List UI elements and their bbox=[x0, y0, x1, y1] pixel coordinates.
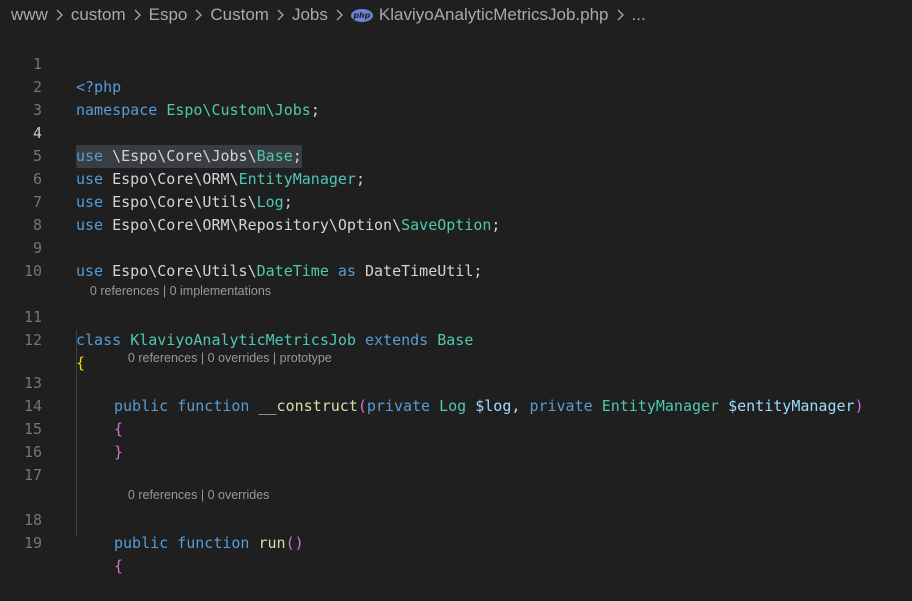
line-number: 10 bbox=[23, 262, 42, 280]
base-class-name: Base bbox=[437, 331, 474, 349]
code-line-8[interactable]: 8 bbox=[0, 191, 912, 234]
breadcrumb-item-www[interactable]: www bbox=[11, 5, 48, 25]
code-line-5[interactable]: 5 use Espo\Core\ORM\EntityManager; bbox=[0, 122, 912, 188]
code-line-4[interactable]: 4 use \Espo\Core\Jobs\Base; bbox=[0, 99, 912, 168]
chevron-right-icon bbox=[335, 9, 344, 21]
code-line-3[interactable]: 3 bbox=[0, 76, 912, 119]
keyword-extends: extends bbox=[365, 331, 429, 349]
code-line-19[interactable]: 19 { bbox=[0, 509, 912, 575]
code-line-9[interactable]: 9 use Espo\Core\Utils\DateTime as DateTi… bbox=[0, 214, 912, 280]
breadcrumb-item-jobs[interactable]: Jobs bbox=[292, 5, 328, 25]
breadcrumb-item-custom-dir[interactable]: Custom bbox=[210, 5, 269, 25]
code-line-14[interactable]: 14 { bbox=[0, 372, 912, 438]
code-line-11[interactable]: 11 class KlaviyoAnalyticMetricsJob exten… bbox=[0, 283, 912, 349]
chevron-right-icon bbox=[276, 9, 285, 21]
breadcrumb-item-espo[interactable]: Espo bbox=[149, 5, 188, 25]
code-line-6[interactable]: 6 use Espo\Core\Utils\Log; bbox=[0, 145, 912, 211]
chevron-right-icon bbox=[55, 9, 64, 21]
code-line-17[interactable]: 17 bbox=[0, 441, 912, 484]
breadcrumb-file-name[interactable]: KlaviyoAnalyticMetricsJob.php bbox=[379, 5, 609, 25]
line-number: 19 bbox=[23, 534, 42, 552]
code-line-1[interactable]: 1 <?php bbox=[0, 30, 912, 96]
codelens-run: 0 references | 0 overrides bbox=[114, 465, 270, 502]
line-number: 17 bbox=[23, 466, 42, 484]
code-line-18[interactable]: 18 public function run() bbox=[0, 486, 912, 552]
breadcrumb-symbol-more[interactable]: ... bbox=[632, 5, 646, 25]
brace-open: { bbox=[114, 557, 124, 575]
chevron-right-icon bbox=[616, 9, 625, 21]
code-line-7[interactable]: 7 use Espo\Core\ORM\Repository\Option\Sa… bbox=[0, 168, 912, 234]
chevron-right-icon bbox=[133, 9, 142, 21]
punctuation: ; bbox=[473, 262, 483, 280]
code-line-15[interactable]: 15 } bbox=[0, 395, 912, 461]
chevron-right-icon bbox=[194, 9, 203, 21]
code-line-10[interactable]: 10 bbox=[0, 237, 912, 280]
breadcrumb-item-custom[interactable]: custom bbox=[71, 5, 126, 25]
codelens-construct: 0 references | 0 overrides | prototype bbox=[114, 328, 332, 365]
php-file-icon: php bbox=[350, 8, 373, 22]
code-line-16[interactable]: 16 bbox=[0, 418, 912, 461]
code-line-12[interactable]: 12 { bbox=[0, 306, 912, 372]
code-line-2[interactable]: 2 namespace Espo\Custom\Jobs; bbox=[0, 53, 912, 119]
codelens-class: 0 references | 0 implementations bbox=[76, 261, 271, 298]
breadcrumb: www custom Espo Custom Jobs php KlaviyoA… bbox=[0, 0, 912, 30]
code-line-13[interactable]: 13 public function __construct(private L… bbox=[0, 349, 912, 415]
alias-name: DateTimeUtil bbox=[365, 262, 474, 280]
keyword-as: as bbox=[337, 262, 356, 280]
